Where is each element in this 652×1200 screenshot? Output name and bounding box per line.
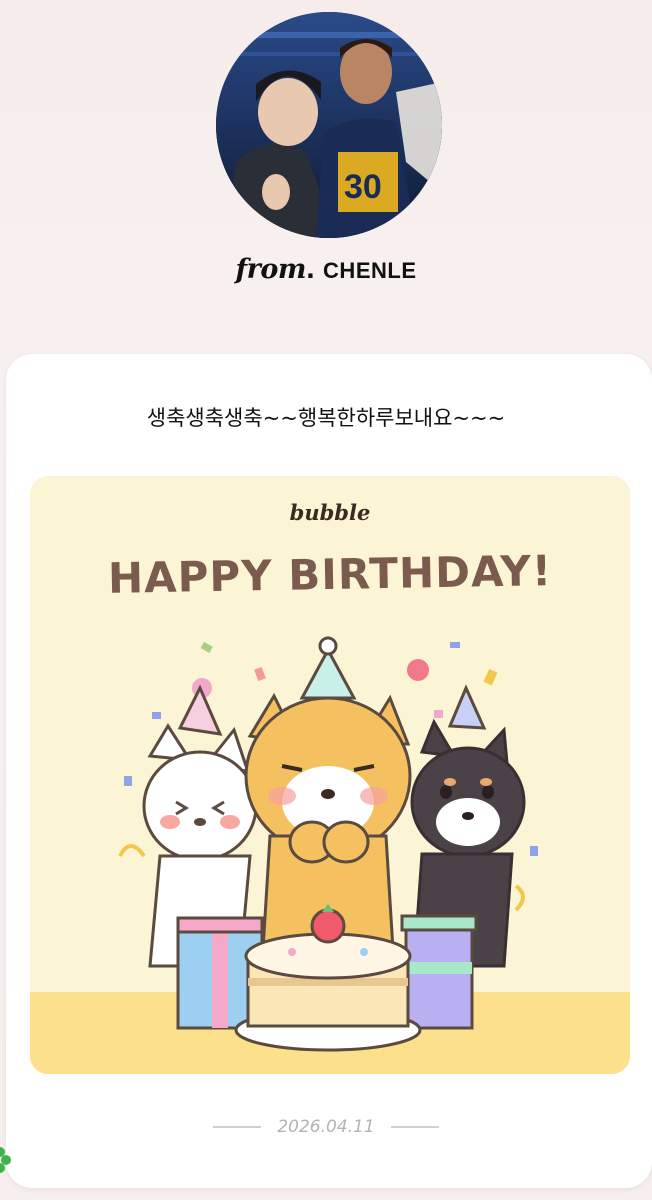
sender-name: CHENLE: [323, 258, 417, 283]
bubble-logo: bubble: [289, 500, 371, 525]
birthday-card-image: bubble HAPPY BIRTHDAY!: [30, 476, 630, 1074]
from-dot: .: [305, 256, 316, 284]
from-label: from: [235, 254, 307, 285]
sender-avatar[interactable]: 30: [216, 12, 442, 238]
date-divider-left: [213, 1126, 262, 1128]
birthday-illustration: [118, 636, 538, 1052]
svg-text:30: 30: [344, 168, 382, 206]
leaf-icon: [0, 1147, 11, 1173]
sender-heading: from. CHENLE: [0, 252, 652, 291]
letter-date-row: 2026.04.11: [0, 1112, 652, 1142]
birthday-title: HAPPY BIRTHDAY!: [107, 546, 553, 603]
letter-date: 2026.04.11: [277, 1117, 375, 1137]
date-divider-right: [390, 1126, 439, 1128]
letter-message: 생축생축생축~~행복한하루보내요~~~: [146, 406, 506, 430]
